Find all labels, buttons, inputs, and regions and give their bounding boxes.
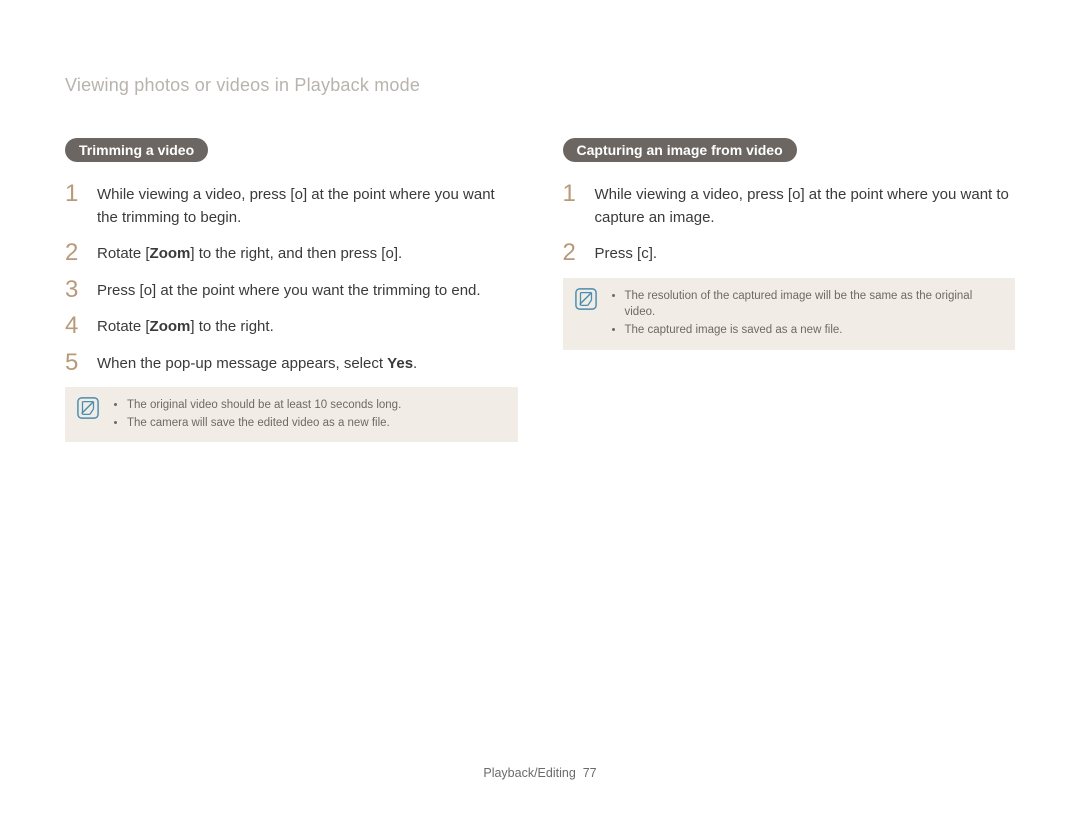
content-columns: Trimming a video 1 While viewing a video…: [65, 138, 1015, 442]
column-left: Trimming a video 1 While viewing a video…: [65, 138, 518, 442]
step-item: 1 While viewing a video, press [o] at th…: [65, 182, 518, 229]
steps-list-right: 1 While viewing a video, press [o] at th…: [563, 182, 1016, 266]
heading-capturing: Capturing an image from video: [563, 138, 797, 162]
footer-page-number: 77: [583, 766, 597, 780]
footer-section: Playback/Editing: [483, 766, 575, 780]
step-text: Press [o] at the point where you want th…: [97, 278, 481, 303]
breadcrumb: Viewing photos or videos in Playback mod…: [65, 75, 1015, 96]
note-list: The original video should be at least 10…: [113, 397, 401, 432]
heading-trimming: Trimming a video: [65, 138, 208, 162]
step-text: Rotate [Zoom] to the right.: [97, 314, 274, 339]
step-text: Press [c].: [595, 241, 658, 266]
step-item: 2 Press [c].: [563, 241, 1016, 266]
step-text: When the pop-up message appears, select …: [97, 351, 417, 376]
note-item: The captured image is saved as a new fil…: [625, 322, 1004, 339]
note-item: The camera will save the edited video as…: [127, 415, 401, 432]
step-item: 2 Rotate [Zoom] to the right, and then p…: [65, 241, 518, 266]
note-icon: [77, 397, 99, 419]
step-text: While viewing a video, press [o] at the …: [97, 182, 518, 229]
step-text: Rotate [Zoom] to the right, and then pre…: [97, 241, 402, 266]
note-box-right: The resolution of the captured image wil…: [563, 278, 1016, 350]
step-number: 5: [65, 351, 83, 375]
step-item: 5 When the pop-up message appears, selec…: [65, 351, 518, 376]
page-footer: Playback/Editing 77: [0, 766, 1080, 780]
note-list: The resolution of the captured image wil…: [611, 288, 1004, 340]
note-item: The resolution of the captured image wil…: [625, 288, 1004, 321]
step-item: 3 Press [o] at the point where you want …: [65, 278, 518, 303]
step-number: 2: [563, 241, 581, 265]
step-number: 1: [563, 182, 581, 206]
step-number: 3: [65, 278, 83, 302]
column-right: Capturing an image from video 1 While vi…: [563, 138, 1016, 442]
step-text: While viewing a video, press [o] at the …: [595, 182, 1016, 229]
manual-page: Viewing photos or videos in Playback mod…: [0, 0, 1080, 442]
note-icon: [575, 288, 597, 310]
step-number: 4: [65, 314, 83, 338]
step-number: 1: [65, 182, 83, 206]
step-item: 1 While viewing a video, press [o] at th…: [563, 182, 1016, 229]
note-box-left: The original video should be at least 10…: [65, 387, 518, 442]
step-item: 4 Rotate [Zoom] to the right.: [65, 314, 518, 339]
note-item: The original video should be at least 10…: [127, 397, 401, 414]
step-number: 2: [65, 241, 83, 265]
steps-list-left: 1 While viewing a video, press [o] at th…: [65, 182, 518, 375]
